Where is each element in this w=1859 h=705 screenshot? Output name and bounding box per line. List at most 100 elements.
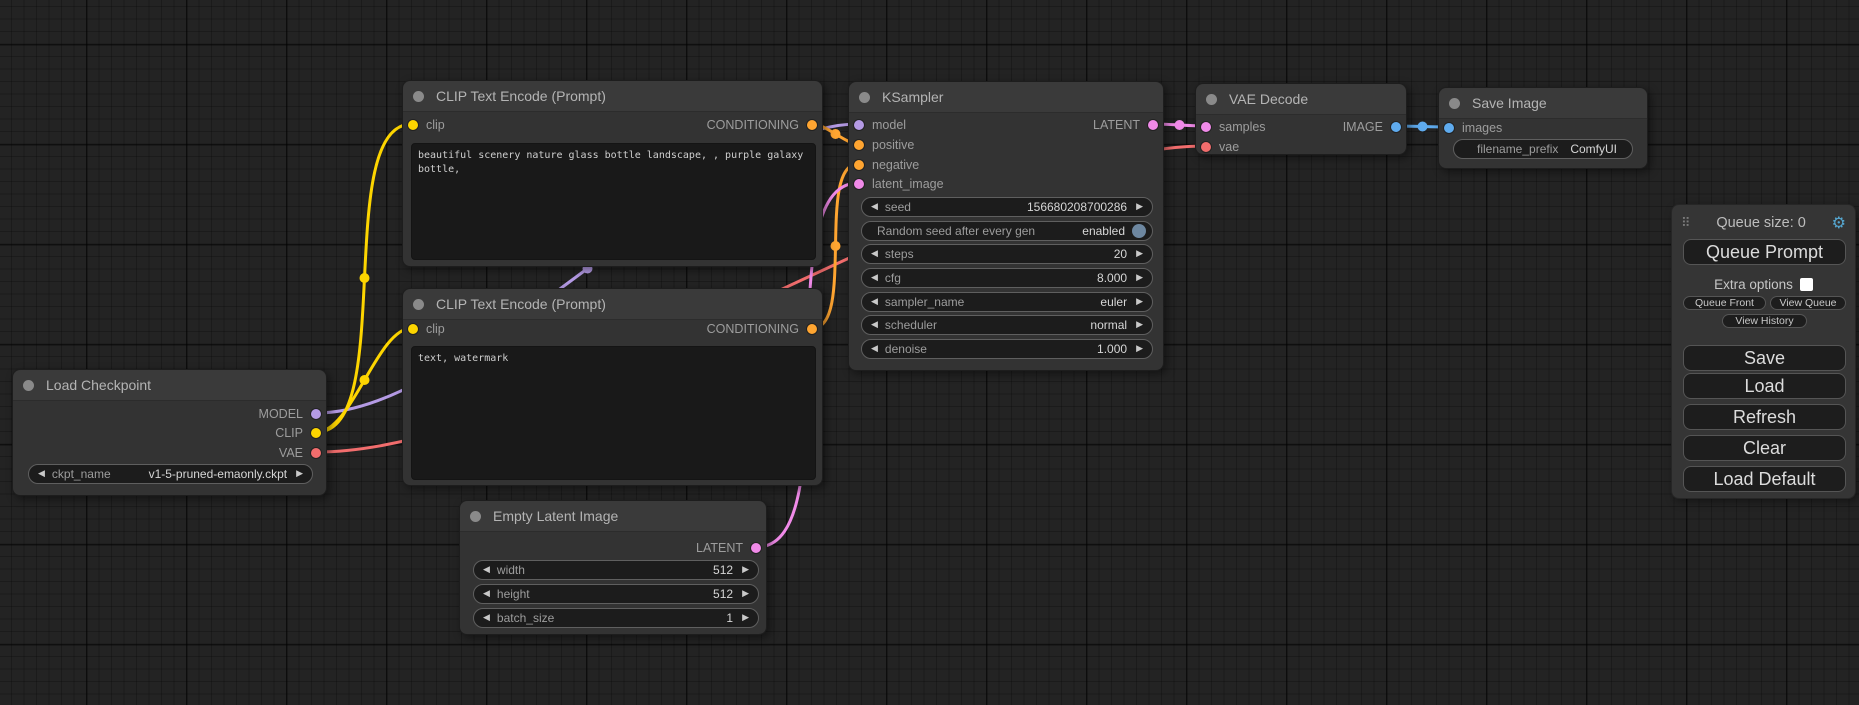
input-port-clip[interactable]	[408, 120, 418, 130]
node-title-bar[interactable]: Empty Latent Image	[460, 501, 766, 532]
increment-arrow-icon[interactable]: ▶	[1136, 345, 1143, 354]
output-port-conditioning[interactable]	[807, 120, 817, 130]
widget-sampler-name[interactable]: ◀ sampler_name euler ▶	[861, 292, 1153, 312]
queue-prompt-button[interactable]: Queue Prompt	[1683, 239, 1846, 265]
gear-icon[interactable]: ⚙	[1832, 215, 1846, 231]
widget-batch-size[interactable]: ◀ batch_size 1 ▶	[473, 608, 759, 628]
node-title-bar[interactable]: CLIP Text Encode (Prompt)	[403, 81, 822, 112]
node-title-bar[interactable]: KSampler	[849, 82, 1163, 113]
input-port-samples[interactable]	[1201, 122, 1211, 132]
extra-options-checkbox[interactable]	[1800, 278, 1813, 291]
output-port-latent[interactable]	[1148, 120, 1158, 130]
view-queue-button[interactable]: View Queue	[1770, 296, 1846, 310]
decrement-arrow-icon[interactable]: ◀	[871, 274, 878, 283]
input-port-images[interactable]	[1444, 123, 1454, 133]
widget-label: batch_size	[497, 611, 554, 625]
link-midpoint-dot[interactable]	[360, 273, 370, 283]
widget-height[interactable]: ◀ height 512 ▶	[473, 584, 759, 604]
link-midpoint-dot[interactable]	[360, 375, 370, 385]
collapse-dot-icon[interactable]	[413, 299, 424, 310]
output-port-conditioning[interactable]	[807, 324, 817, 334]
widget-random-seed-toggle[interactable]: Random seed after every gen enabled	[861, 221, 1153, 241]
input-clip: clip	[408, 115, 453, 135]
collapse-dot-icon[interactable]	[413, 91, 424, 102]
load-default-button[interactable]: Load Default	[1683, 466, 1846, 492]
increment-arrow-icon[interactable]: ▶	[1136, 321, 1143, 330]
decrement-arrow-icon[interactable]: ◀	[483, 566, 490, 575]
refresh-button[interactable]: Refresh	[1683, 404, 1846, 430]
prompt-textarea[interactable]: text, watermark	[411, 346, 816, 480]
node-title: CLIP Text Encode (Prompt)	[436, 296, 606, 312]
input-port-clip[interactable]	[408, 324, 418, 334]
increment-arrow-icon[interactable]: ▶	[742, 614, 749, 623]
decrement-arrow-icon[interactable]: ◀	[38, 470, 45, 479]
node-load-checkpoint[interactable]: Load Checkpoint MODEL CLIP VAE ◀ ckpt_na…	[12, 369, 327, 496]
node-clip-text-encode-negative[interactable]: CLIP Text Encode (Prompt) clip CONDITION…	[402, 288, 823, 486]
drag-handle-icon[interactable]: ⠿	[1681, 216, 1691, 231]
node-clip-text-encode-positive[interactable]: CLIP Text Encode (Prompt) clip CONDITION…	[402, 80, 823, 267]
node-graph-canvas[interactable]: Load Checkpoint MODEL CLIP VAE ◀ ckpt_na…	[0, 0, 1859, 705]
node-empty-latent-image[interactable]: Empty Latent Image LATENT ◀ width 512 ▶ …	[459, 500, 767, 635]
node-vae-decode[interactable]: VAE Decode samples vae IMAGE	[1195, 83, 1407, 155]
toggle-circle-icon[interactable]	[1132, 224, 1146, 238]
output-port-image[interactable]	[1391, 122, 1401, 132]
increment-arrow-icon[interactable]: ▶	[1136, 203, 1143, 212]
decrement-arrow-icon[interactable]: ◀	[871, 203, 878, 212]
widget-scheduler[interactable]: ◀ scheduler normal ▶	[861, 315, 1153, 335]
link-midpoint-dot[interactable]	[1175, 120, 1185, 130]
decrement-arrow-icon[interactable]: ◀	[871, 345, 878, 354]
widget-denoise[interactable]: ◀ denoise 1.000 ▶	[861, 339, 1153, 359]
collapse-dot-icon[interactable]	[1206, 94, 1217, 105]
widget-value: 512	[713, 563, 733, 577]
collapse-dot-icon[interactable]	[23, 380, 34, 391]
widget-filename-prefix[interactable]: filename_prefix ComfyUI	[1453, 139, 1633, 159]
node-title-bar[interactable]: CLIP Text Encode (Prompt)	[403, 289, 822, 320]
decrement-arrow-icon[interactable]: ◀	[871, 250, 878, 259]
collapse-dot-icon[interactable]	[1449, 98, 1460, 109]
node-title-bar[interactable]: Load Checkpoint	[13, 370, 326, 401]
increment-arrow-icon[interactable]: ▶	[1136, 250, 1143, 259]
output-port-clip[interactable]	[311, 428, 321, 438]
node-save-image[interactable]: Save Image images filename_prefix ComfyU…	[1438, 87, 1648, 169]
clear-button[interactable]: Clear	[1683, 435, 1846, 461]
collapse-dot-icon[interactable]	[859, 92, 870, 103]
widget-steps[interactable]: ◀ steps 20 ▶	[861, 244, 1153, 264]
input-port-latent-image[interactable]	[854, 179, 864, 189]
prompt-textarea[interactable]: beautiful scenery nature glass bottle la…	[411, 143, 816, 260]
node-title: Empty Latent Image	[493, 508, 618, 524]
link-midpoint-dot[interactable]	[831, 129, 841, 139]
input-port-positive[interactable]	[854, 140, 864, 150]
increment-arrow-icon[interactable]: ▶	[296, 470, 303, 479]
decrement-arrow-icon[interactable]: ◀	[483, 614, 490, 623]
link-midpoint-dot[interactable]	[1418, 122, 1428, 132]
link-midpoint-dot[interactable]	[831, 241, 841, 251]
output-port-vae[interactable]	[311, 448, 321, 458]
load-button[interactable]: Load	[1683, 373, 1846, 399]
node-title-bar[interactable]: Save Image	[1439, 88, 1647, 119]
collapse-dot-icon[interactable]	[470, 511, 481, 522]
decrement-arrow-icon[interactable]: ◀	[483, 590, 490, 599]
view-history-button[interactable]: View History	[1722, 314, 1807, 328]
decrement-arrow-icon[interactable]: ◀	[871, 298, 878, 307]
widget-width[interactable]: ◀ width 512 ▶	[473, 560, 759, 580]
widget-cfg[interactable]: ◀ cfg 8.000 ▶	[861, 268, 1153, 288]
input-images: images	[1444, 118, 1510, 138]
queue-front-button[interactable]: Queue Front	[1683, 296, 1766, 310]
widget-label: denoise	[885, 342, 927, 356]
node-title-bar[interactable]: VAE Decode	[1196, 84, 1406, 115]
input-port-negative[interactable]	[854, 160, 864, 170]
increment-arrow-icon[interactable]: ▶	[742, 566, 749, 575]
increment-arrow-icon[interactable]: ▶	[742, 590, 749, 599]
output-port-latent[interactable]	[751, 543, 761, 553]
input-port-vae[interactable]	[1201, 142, 1211, 152]
widget-label: width	[497, 563, 525, 577]
save-button[interactable]: Save	[1683, 345, 1846, 371]
decrement-arrow-icon[interactable]: ◀	[871, 321, 878, 330]
widget-seed[interactable]: ◀ seed 156680208700286 ▶	[861, 197, 1153, 217]
widget-ckpt-name[interactable]: ◀ ckpt_name v1-5-pruned-emaonly.ckpt ▶	[28, 464, 313, 484]
output-port-model[interactable]	[311, 409, 321, 419]
input-port-model[interactable]	[854, 120, 864, 130]
node-ksampler[interactable]: KSampler model positive negative latent_…	[848, 81, 1164, 371]
increment-arrow-icon[interactable]: ▶	[1136, 274, 1143, 283]
increment-arrow-icon[interactable]: ▶	[1136, 298, 1143, 307]
